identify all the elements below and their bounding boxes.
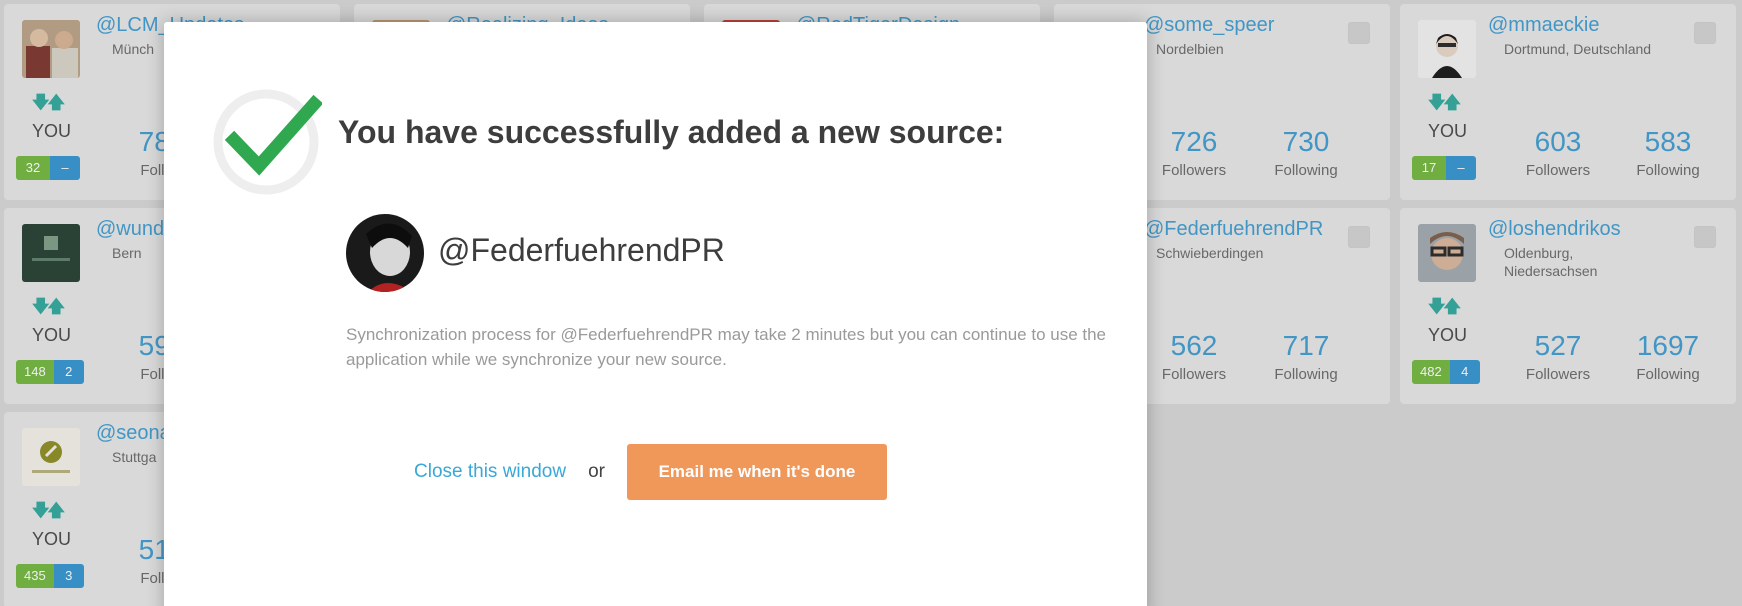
source-handle: @FederfuehrendPR xyxy=(438,232,725,268)
source-added-modal: You have successfully added a new source… xyxy=(164,22,1147,606)
modal-actions: Close this window or Email me when it's … xyxy=(414,444,887,500)
success-check-icon xyxy=(204,80,324,198)
modal-title: You have successfully added a new source… xyxy=(338,114,1005,150)
close-window-link[interactable]: Close this window xyxy=(414,461,566,483)
email-when-done-button[interactable]: Email me when it's done xyxy=(626,444,887,500)
or-label: or xyxy=(588,461,605,482)
source-avatar xyxy=(346,214,424,292)
sync-message: Synchronization process for @Federfuehre… xyxy=(346,325,1107,369)
